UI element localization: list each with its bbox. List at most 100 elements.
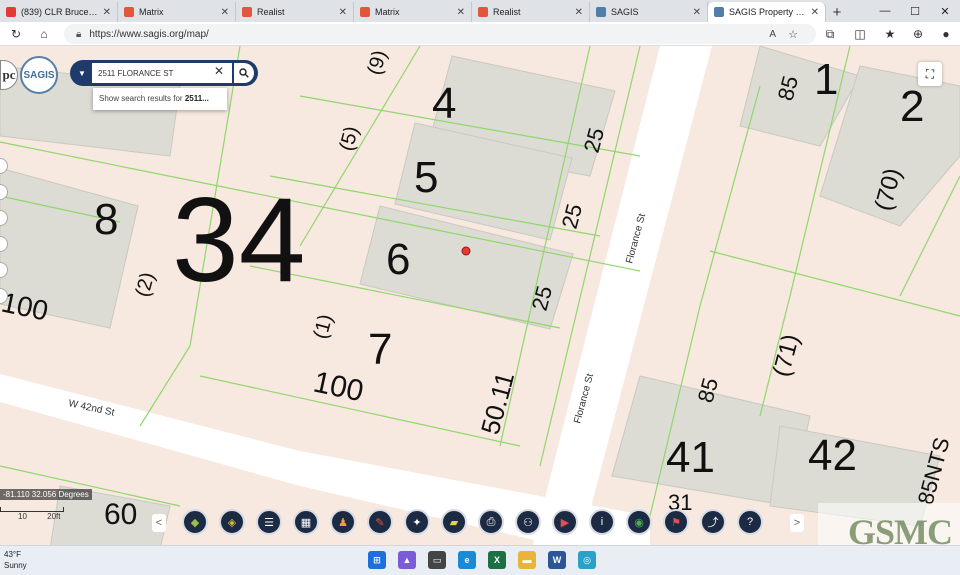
windows-start-icon[interactable]: ⊞ (368, 551, 386, 569)
pan-button[interactable] (0, 262, 8, 278)
toolbar-prev-button[interactable]: < (152, 514, 166, 532)
close-tab-icon[interactable]: ✕ (457, 7, 465, 18)
extensions-icon[interactable]: ⧉ (822, 26, 838, 42)
tab-label: SAGIS Property Map (729, 7, 807, 17)
browser-tab[interactable]: Realist ✕ (472, 2, 590, 22)
profile-icon[interactable]: ● (938, 26, 954, 42)
identify-tool-icon[interactable]: ⚇ (515, 509, 541, 535)
close-tab-icon[interactable]: ✕ (339, 7, 347, 18)
clear-search-icon[interactable]: ✕ (214, 64, 224, 78)
browser-tab-bar: (839) CLR Bruce Rivers✕Matrix✕Realist✕Ma… (0, 0, 960, 22)
browser-tab[interactable]: Matrix ✕ (354, 2, 472, 22)
side-tool-strip (0, 158, 8, 314)
realist-icon (242, 7, 252, 17)
fullscreen-button[interactable]: ⛶ (918, 62, 942, 86)
refresh-icon[interactable]: ↻ (8, 26, 24, 42)
tab-label: Realist (257, 7, 285, 17)
paren-5: (5) (336, 124, 364, 153)
favorite-star-icon[interactable]: ☆ (788, 28, 798, 41)
info-tool-icon[interactable]: i (589, 509, 615, 535)
screenshot-tool-icon[interactable]: ◉ (626, 509, 652, 535)
address-bar: ↻ ⌂ 🔒︎ https://www.sagis.org/map/ A ☆ ⧉ … (0, 22, 960, 46)
select-tool-icon[interactable]: ▶ (552, 509, 578, 535)
coordinate-readout: -81.110 32.056 Degrees (0, 489, 92, 500)
close-tab-icon[interactable]: ✕ (575, 7, 583, 18)
search-suggestion[interactable]: Show search results for 2511... (93, 88, 227, 110)
map-toolbar: < ◆ ◈ ☰ ▦ ♟ ✎ ✦ ▰ ⎙ ⚇ ▶ i ◉ ⚑ ⤴? > (150, 508, 810, 540)
close-tab-icon[interactable]: ✕ (103, 7, 111, 18)
lot-6-label: 6 (386, 235, 410, 284)
edge-icon[interactable]: e (458, 551, 476, 569)
toolbar-next-button[interactable]: > (790, 514, 804, 532)
lot-4-label: 4 (432, 79, 456, 128)
new-tab-button[interactable]: + (826, 2, 848, 22)
app-icon[interactable]: ◎ (578, 551, 596, 569)
sagis-icon (596, 7, 606, 17)
read-aloud-icon[interactable]: A (769, 29, 776, 40)
block-number-label: 34 (172, 173, 305, 307)
map-canvas[interactable]: 34 4 5 6 7 8 1 2 41 42 60 100 100 50.11 … (0, 46, 960, 549)
word-icon[interactable]: W (548, 551, 566, 569)
sagis-icon (714, 7, 724, 17)
search-source-dropdown[interactable]: ▼ (74, 65, 90, 81)
street-view-tool-icon[interactable]: ♟ (330, 509, 356, 535)
weather-widget[interactable]: 43°F Sunny (4, 549, 27, 571)
close-tab-icon[interactable]: ✕ (811, 7, 819, 18)
bookmark-tool-icon[interactable]: ⚑ (663, 509, 689, 535)
file-explorer-icon[interactable]: ▬ (518, 551, 536, 569)
paren-1: (1) (310, 312, 338, 341)
excel-icon[interactable]: X (488, 551, 506, 569)
sagis-logo: SAGIS (20, 56, 58, 94)
share-tool-icon[interactable]: ⤴ (700, 509, 726, 535)
browser-tab[interactable]: Realist ✕ (236, 2, 354, 22)
close-tab-icon[interactable]: ✕ (221, 7, 229, 18)
locate-button[interactable] (0, 236, 8, 252)
tab-label: Matrix (375, 7, 400, 17)
search-input[interactable] (92, 63, 232, 83)
collections-icon[interactable]: ⊕ (910, 26, 926, 42)
lot-1-label: 1 (814, 55, 838, 104)
compass-button[interactable] (0, 288, 8, 304)
close-tab-icon[interactable]: ✕ (693, 7, 701, 18)
widgets-icon[interactable]: ▲ (398, 551, 416, 569)
home-extent-button[interactable] (0, 210, 8, 226)
lot-2-label: 2 (900, 82, 924, 131)
measure-tool-icon[interactable]: ✎ (367, 509, 393, 535)
tab-label: SAGIS (611, 7, 639, 17)
url-field[interactable]: 🔒︎ https://www.sagis.org/map/ A ☆ (64, 24, 816, 44)
lot-41-label: 41 (666, 433, 715, 482)
legend-tool-icon[interactable]: ▦ (293, 509, 319, 535)
dim-25-a: 25 (579, 125, 609, 155)
lot-8-label: 8 (94, 195, 118, 244)
basemap-tool-icon[interactable]: ◆ (182, 509, 208, 535)
browser-tab[interactable]: SAGIS Property Map ✕ (708, 2, 826, 22)
tab-label: (839) CLR Bruce Rivers (21, 7, 99, 17)
lot-42-label: 42 (808, 431, 857, 480)
search-button[interactable] (234, 63, 254, 83)
browser-tab[interactable]: Matrix ✕ (118, 2, 236, 22)
close-window-button[interactable]: ✕ (930, 0, 960, 22)
maximize-button[interactable]: ☐ (900, 0, 930, 22)
scale-labels: 10 20ft (18, 512, 61, 521)
zoom-in-button[interactable] (0, 158, 8, 174)
search-icon (239, 68, 249, 78)
browser-tab[interactable]: (839) CLR Bruce Rivers ✕ (0, 2, 118, 22)
browser-tab[interactable]: SAGIS ✕ (590, 2, 708, 22)
ruler-tool-icon[interactable]: ▰ (441, 509, 467, 535)
help-tool-icon[interactable]: ? (737, 509, 763, 535)
lot-60-label: 60 (104, 498, 137, 531)
print-tool-icon[interactable]: ⎙ (478, 509, 504, 535)
task-view-icon[interactable]: ▭ (428, 551, 446, 569)
layer-list-tool-icon[interactable]: ☰ (256, 509, 282, 535)
split-screen-icon[interactable]: ◫ (852, 26, 868, 42)
draw-tool-icon[interactable]: ✦ (404, 509, 430, 535)
paren-71: (71) (768, 331, 805, 379)
layers-tool-icon[interactable]: ◈ (219, 509, 245, 535)
matrix-icon (124, 7, 134, 17)
minimize-button[interactable]: — (870, 0, 900, 22)
location-marker (461, 246, 471, 256)
zoom-out-button[interactable] (0, 184, 8, 200)
home-icon[interactable]: ⌂ (36, 26, 52, 42)
favorites-icon[interactable]: ★ (882, 26, 898, 42)
dim-25-b: 25 (557, 201, 587, 231)
